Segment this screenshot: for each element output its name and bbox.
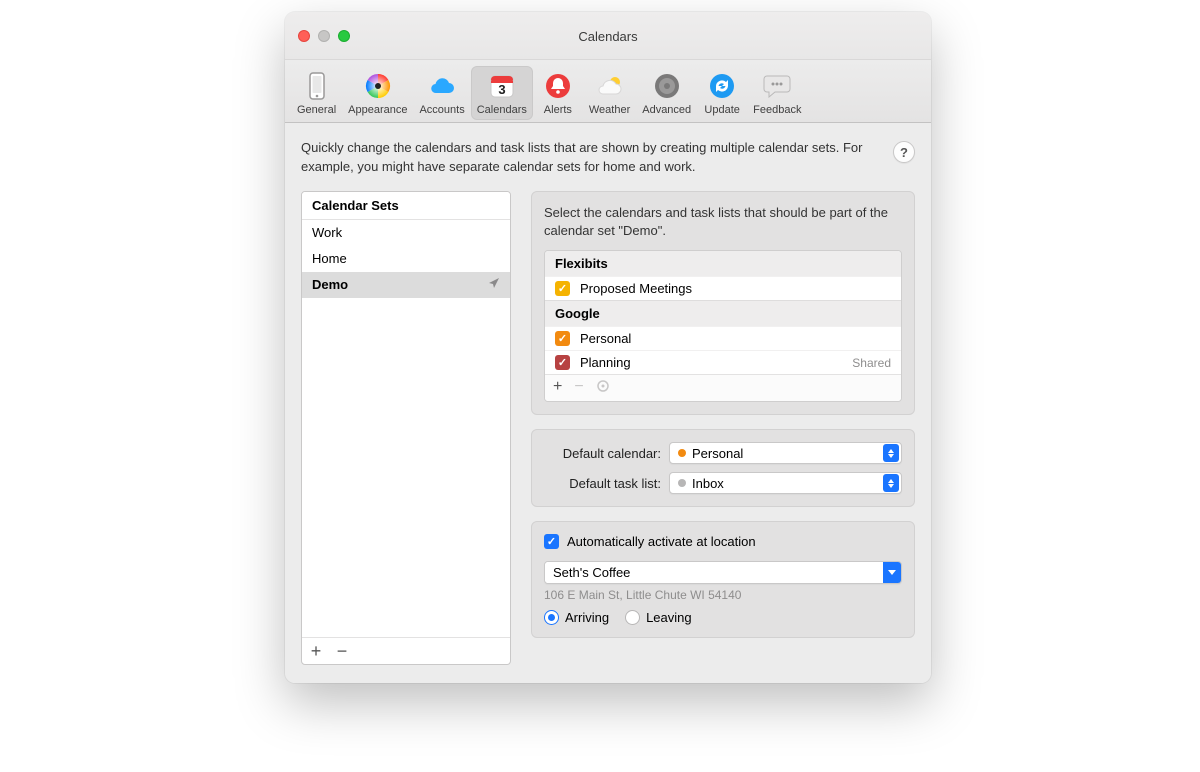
calendar-sets-list: Calendar Sets Work Home Demo [301,191,511,665]
dropdown-icon[interactable] [883,562,901,583]
gear-icon [651,70,683,102]
calendar-group-header: Flexibits [545,251,901,276]
select-value: Personal [692,446,877,461]
calendar-checkbox[interactable]: ✓ [555,331,570,346]
default-tasklist-label: Default task list: [544,476,669,491]
location-combo[interactable] [544,561,902,584]
speech-icon [761,70,793,102]
color-dot-icon [678,449,686,457]
tab-accounts[interactable]: Accounts [413,66,470,120]
intro-text: Quickly change the calendars and task li… [301,139,883,177]
tab-advanced[interactable]: Advanced [636,66,697,120]
calendar-set-label: Home [312,251,347,266]
cloud-icon [426,70,458,102]
tab-label: Alerts [544,104,572,116]
tab-appearance[interactable]: Appearance [342,66,413,120]
calendar-checkbox[interactable]: ✓ [555,281,570,296]
add-calendar-button[interactable]: + [553,379,562,397]
auto-activate-checkbox[interactable]: ✓ [544,534,559,549]
calendar-row[interactable]: ✓ Planning Shared [545,350,901,374]
shared-badge: Shared [852,356,891,370]
weather-icon [594,70,626,102]
tab-feedback[interactable]: Feedback [747,66,807,120]
select-stepper-icon [883,444,899,462]
tab-general[interactable]: General [291,66,342,120]
calendars-table: Flexibits ✓ Proposed Meetings Google ✓ P… [544,250,902,402]
location-arrow-icon [488,277,500,292]
tab-label: Update [704,104,739,116]
phone-icon [301,70,333,102]
bell-icon [542,70,574,102]
remove-calendar-button[interactable]: − [574,379,583,397]
membership-description: Select the calendars and task lists that… [544,204,902,240]
help-button[interactable]: ? [893,141,915,163]
tab-label: Appearance [348,104,407,116]
calendar-settings-button[interactable] [596,379,610,397]
location-address: 106 E Main St, Little Chute WI 54140 [544,588,902,602]
calendar-set-item[interactable]: Work [302,220,510,246]
remove-set-button[interactable]: − [334,642,350,660]
content-area: Quickly change the calendars and task li… [285,123,931,683]
titlebar: Calendars [285,12,931,60]
select-stepper-icon [883,474,899,492]
tab-weather[interactable]: Weather [583,66,636,120]
calendar-sets-header: Calendar Sets [302,192,510,220]
radio-label: Arriving [565,610,609,625]
svg-text:3: 3 [498,82,505,97]
tab-label: Calendars [477,104,527,116]
calendar-row[interactable]: ✓ Proposed Meetings [545,276,901,300]
calendar-icon: 3 [486,70,518,102]
calendar-set-label: Demo [312,277,348,292]
default-calendar-label: Default calendar: [544,446,669,461]
tab-label: Accounts [419,104,464,116]
tab-label: Feedback [753,104,801,116]
radio-label: Leaving [646,610,692,625]
default-tasklist-select[interactable]: Inbox [669,472,902,494]
calendar-row[interactable]: ✓ Personal [545,326,901,350]
calendar-group-header: Google [545,300,901,326]
window-title: Calendars [285,14,931,59]
calendar-name: Personal [580,331,891,346]
calendar-name: Proposed Meetings [580,281,891,296]
refresh-icon [706,70,738,102]
tab-calendars[interactable]: 3 Calendars [471,66,533,120]
default-calendar-select[interactable]: Personal [669,442,902,464]
add-set-button[interactable]: + [308,642,324,660]
calendar-sets-toolbar: + − [302,637,510,664]
leaving-radio[interactable] [625,610,640,625]
location-panel: ✓ Automatically activate at location 106… [531,521,915,638]
defaults-panel: Default calendar: Personal Default task … [531,429,915,507]
tab-alerts[interactable]: Alerts [533,66,583,120]
calendar-set-label: Work [312,225,342,240]
preferences-toolbar: General Appear [285,60,931,123]
calendar-name: Planning [580,355,842,370]
color-dot-icon [678,479,686,487]
auto-activate-label: Automatically activate at location [567,534,756,549]
location-input[interactable] [545,562,883,583]
tab-label: Advanced [642,104,691,116]
preferences-window: Calendars General [285,12,931,683]
arriving-radio[interactable] [544,610,559,625]
tab-update[interactable]: Update [697,66,747,120]
membership-panel: Select the calendars and task lists that… [531,191,915,415]
calendars-table-toolbar: + − [545,374,901,401]
calendar-set-item[interactable]: Demo [302,272,510,298]
color-wheel-icon [362,70,394,102]
select-value: Inbox [692,476,877,491]
tab-label: Weather [589,104,630,116]
calendar-checkbox[interactable]: ✓ [555,355,570,370]
tab-label: General [297,104,336,116]
calendar-set-item[interactable]: Home [302,246,510,272]
